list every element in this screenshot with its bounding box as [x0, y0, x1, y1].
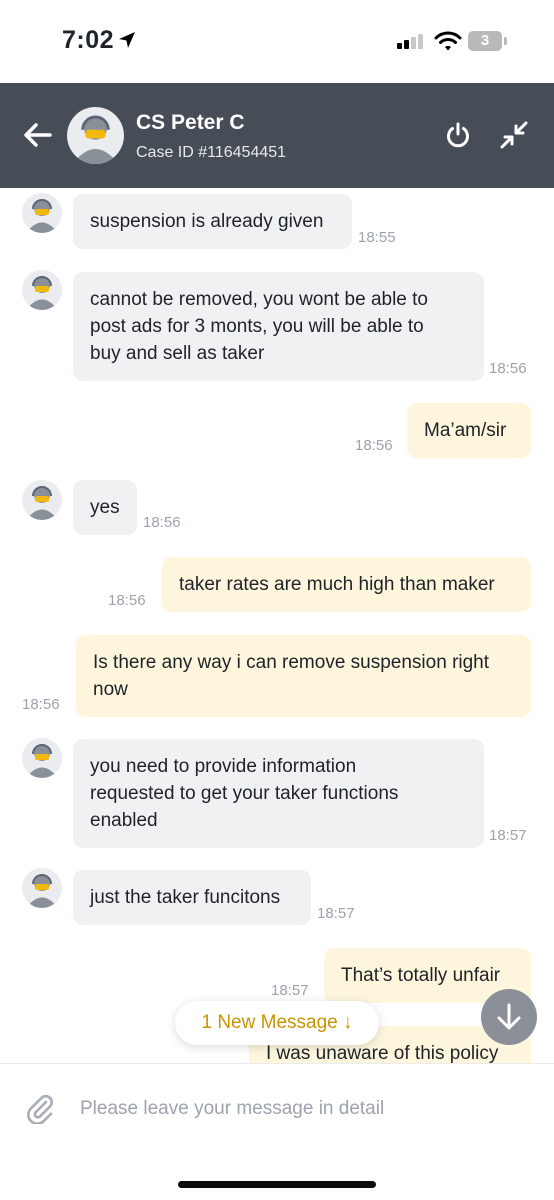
message-timestamp: 18:56 — [489, 360, 527, 377]
status-time: 7:02 — [62, 26, 115, 54]
message-timestamp: 18:56 — [22, 696, 60, 713]
message-text-line: cannot be removed, you wont be able to — [90, 289, 429, 310]
battery-icon: 3 — [468, 31, 508, 51]
message-list[interactable]: suspension is already given 18:55 cannot… — [0, 188, 554, 1063]
message-text-line: now — [93, 679, 128, 700]
scroll-to-bottom-button[interactable] — [481, 989, 537, 1045]
message-text: I was unaware of this policy — [266, 1043, 499, 1063]
battery-level: 3 — [468, 31, 502, 51]
agent-avatar-small — [22, 738, 62, 778]
message-text: taker rates are much high than maker — [179, 574, 495, 595]
message-text: just the taker funcitons — [90, 887, 281, 908]
outgoing-message: Is there any way i can remove suspension… — [76, 635, 531, 717]
incoming-message: suspension is already given — [73, 194, 352, 249]
message-timestamp: 18:56 — [143, 514, 181, 531]
agent-name: CS Peter C — [136, 111, 245, 134]
message-input[interactable] — [78, 1090, 532, 1128]
message-text-line: requested to get your taker functions — [90, 783, 399, 804]
status-bar: 7:02 3 — [0, 0, 554, 83]
location-arrow-icon — [119, 32, 135, 48]
home-indicator — [178, 1181, 376, 1188]
incoming-message: just the taker funcitons — [73, 870, 311, 925]
message-text: Ma’am/sir — [424, 420, 507, 441]
case-id: Case ID #116454451 — [136, 144, 287, 161]
message-text: suspension is already given — [90, 211, 324, 232]
message-timestamp: 18:57 — [317, 905, 355, 922]
wifi-icon — [434, 31, 462, 51]
incoming-message: you need to provide information requeste… — [73, 739, 484, 848]
power-icon[interactable] — [444, 121, 472, 149]
agent-avatar-small — [22, 868, 62, 908]
arrow-down-icon — [497, 1003, 521, 1030]
composer — [0, 1063, 554, 1154]
message-timestamp: 18:56 — [108, 592, 146, 609]
message-text: That’s totally unfair — [341, 965, 501, 986]
message-text-line: you need to provide information — [90, 756, 357, 777]
agent-avatar-small — [22, 480, 62, 520]
message-timestamp: 18:56 — [355, 437, 393, 454]
chat-header: CS Peter C Case ID #116454451 — [0, 83, 554, 188]
minimize-icon[interactable] — [500, 121, 528, 149]
message-text: yes — [90, 497, 120, 518]
incoming-message: yes — [73, 480, 137, 535]
cellular-signal-icon — [397, 34, 423, 49]
paperclip-icon[interactable] — [24, 1092, 56, 1124]
incoming-message: cannot be removed, you wont be able to p… — [73, 272, 484, 381]
back-arrow-icon[interactable] — [22, 121, 54, 149]
message-text-line: enabled — [90, 810, 158, 831]
new-message-pill[interactable]: 1 New Message ↓ — [175, 1001, 379, 1045]
message-timestamp: 18:57 — [489, 827, 527, 844]
agent-avatar — [67, 107, 124, 164]
agent-avatar-small — [22, 193, 62, 233]
message-text-line: buy and sell as taker — [90, 343, 265, 364]
agent-avatar-small — [22, 270, 62, 310]
message-timestamp: 18:55 — [358, 229, 396, 246]
message-text-line: post ads for 3 monts, you will be able t… — [90, 316, 424, 337]
outgoing-message: Ma’am/sir — [407, 403, 531, 458]
outgoing-message: taker rates are much high than maker — [162, 557, 531, 612]
message-text-line: Is there any way i can remove suspension… — [93, 652, 490, 673]
message-timestamp: 18:57 — [271, 982, 309, 999]
